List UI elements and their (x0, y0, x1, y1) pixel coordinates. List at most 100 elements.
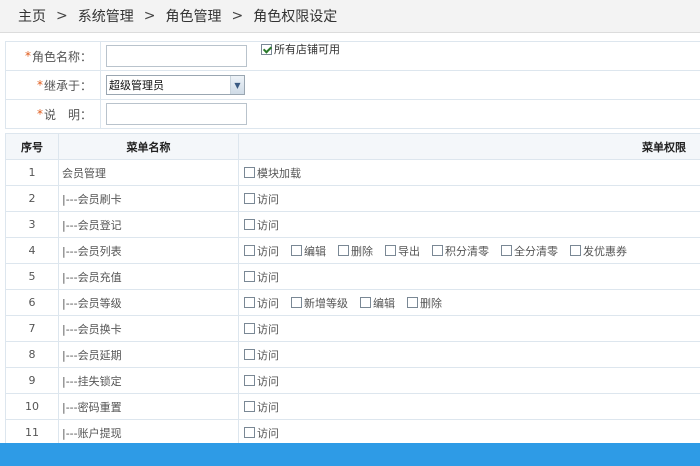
permission-checkbox[interactable]: 全分清零 (501, 243, 558, 259)
permission-checkbox[interactable]: 编辑 (291, 243, 326, 259)
permission-label: 访问 (257, 322, 279, 336)
permission-checkbox[interactable]: 删除 (338, 243, 373, 259)
permission-checkbox[interactable]: 访问 (244, 269, 279, 285)
permission-label: 删除 (351, 244, 373, 258)
header-index: 序号 (6, 134, 59, 159)
checkbox-checked-icon[interactable] (261, 43, 272, 55)
checkbox-icon[interactable] (244, 219, 255, 230)
grid-header: 序号 菜单名称 菜单权限 (6, 134, 700, 160)
checkbox-icon[interactable] (291, 297, 302, 308)
chevron-down-icon[interactable]: ▼ (230, 76, 244, 94)
table-row: 5 |---会员充值 访问 (6, 264, 700, 290)
checkbox-icon[interactable] (244, 297, 255, 308)
row-menu-name: |---账户提现 (59, 420, 239, 445)
permission-checkbox[interactable]: 访问 (244, 217, 279, 233)
permission-checkbox[interactable]: 访问 (244, 347, 279, 363)
checkbox-icon[interactable] (407, 297, 418, 308)
permission-label: 访问 (257, 270, 279, 284)
checkbox-icon[interactable] (360, 297, 371, 308)
row-menu-name: |---会员列表 (59, 238, 239, 263)
permission-checkbox[interactable]: 积分清零 (432, 243, 489, 259)
breadcrumb-current: 角色权限设定 (253, 9, 338, 25)
permission-checkbox[interactable]: 访问 (244, 321, 279, 337)
permission-label: 访问 (257, 348, 279, 362)
row-permissions: 模块加载 (239, 160, 700, 185)
checkbox-icon[interactable] (501, 245, 512, 256)
row-menu-name: |---挂失锁定 (59, 368, 239, 393)
all-stores-label: 所有店铺可用 (274, 43, 340, 56)
checkbox-icon[interactable] (244, 375, 255, 386)
permission-checkbox[interactable]: 新增等级 (291, 295, 348, 311)
required-mark: * (24, 49, 31, 63)
checkbox-icon[interactable] (244, 323, 255, 334)
breadcrumb-separator: > (143, 8, 156, 24)
permission-label: 编辑 (304, 244, 326, 258)
row-index: 11 (6, 420, 59, 445)
permission-checkbox[interactable]: 访问 (244, 295, 279, 311)
row-permissions: 访问 编辑 删除 导出 积分清零 全分清零 发优惠券 (239, 238, 700, 263)
row-permissions: 访问 新增等级 编辑 删除 (239, 290, 700, 315)
required-mark: * (36, 107, 43, 121)
inherit-select[interactable]: 超级管理员 ▼ (106, 75, 245, 95)
desc-input[interactable] (106, 103, 247, 125)
all-stores-checkbox[interactable]: 所有店铺可用 (261, 41, 340, 57)
row-permissions: 访问 (239, 186, 700, 211)
row-menu-name: |---会员充值 (59, 264, 239, 289)
permission-checkbox[interactable]: 访问 (244, 373, 279, 389)
table-row: 8 |---会员延期 访问 (6, 342, 700, 368)
row-permissions: 访问 (239, 394, 700, 419)
permission-checkbox[interactable]: 访问 (244, 243, 279, 259)
permission-grid: 序号 菜单名称 菜单权限 1 会员管理 模块加载 2 |---会员刷卡 访问 3 |---会员… (5, 133, 700, 446)
checkbox-icon[interactable] (291, 245, 302, 256)
row-menu-name: |---会员换卡 (59, 316, 239, 341)
permission-checkbox[interactable]: 编辑 (360, 295, 395, 311)
row-index: 10 (6, 394, 59, 419)
breadcrumb-system[interactable]: 系统管理 (78, 6, 134, 26)
permission-checkbox[interactable]: 访问 (244, 191, 279, 207)
breadcrumb-roles[interactable]: 角色管理 (165, 6, 221, 26)
checkbox-icon[interactable] (244, 349, 255, 360)
bottom-bar (0, 443, 700, 466)
checkbox-icon[interactable] (244, 271, 255, 282)
permission-label: 访问 (257, 400, 279, 414)
row-permissions: 访问 (239, 264, 700, 289)
desc-label: * 说 明： (6, 100, 101, 128)
checkbox-icon[interactable] (244, 401, 255, 412)
breadcrumb-home[interactable]: 主页 (18, 6, 46, 26)
checkbox-icon[interactable] (570, 245, 581, 256)
row-index: 9 (6, 368, 59, 393)
permission-checkbox[interactable]: 模块加载 (244, 165, 301, 181)
row-menu-name: 会员管理 (59, 160, 239, 185)
permission-label: 模块加载 (257, 166, 301, 180)
permission-label: 访问 (257, 374, 279, 388)
table-row: 6 |---会员等级 访问 新增等级 编辑 删除 (6, 290, 700, 316)
checkbox-icon[interactable] (432, 245, 443, 256)
breadcrumb-separator: > (231, 8, 244, 24)
role-name-input[interactable] (106, 45, 247, 67)
checkbox-icon[interactable] (244, 167, 255, 178)
row-menu-name: |---会员刷卡 (59, 186, 239, 211)
row-permissions: 访问 (239, 420, 700, 445)
checkbox-icon[interactable] (385, 245, 396, 256)
required-mark: * (36, 78, 43, 92)
permission-label: 访问 (257, 218, 279, 232)
desc-row: * 说 明： (6, 100, 700, 129)
permission-checkbox[interactable]: 访问 (244, 425, 279, 441)
row-index: 7 (6, 316, 59, 341)
row-permissions: 访问 (239, 368, 700, 393)
table-row: 2 |---会员刷卡 访问 (6, 186, 700, 212)
table-row: 3 |---会员登记 访问 (6, 212, 700, 238)
row-index: 5 (6, 264, 59, 289)
permission-checkbox[interactable]: 导出 (385, 243, 420, 259)
checkbox-icon[interactable] (338, 245, 349, 256)
checkbox-icon[interactable] (244, 427, 255, 438)
permission-checkbox[interactable]: 发优惠券 (570, 243, 627, 259)
role-name-row: * 角色名称： 所有店铺可用 (6, 42, 700, 71)
permission-label: 全分清零 (514, 244, 558, 258)
permission-label: 访问 (257, 192, 279, 206)
checkbox-icon[interactable] (244, 193, 255, 204)
checkbox-icon[interactable] (244, 245, 255, 256)
permission-checkbox[interactable]: 删除 (407, 295, 442, 311)
permission-checkbox[interactable]: 访问 (244, 399, 279, 415)
row-index: 4 (6, 238, 59, 263)
